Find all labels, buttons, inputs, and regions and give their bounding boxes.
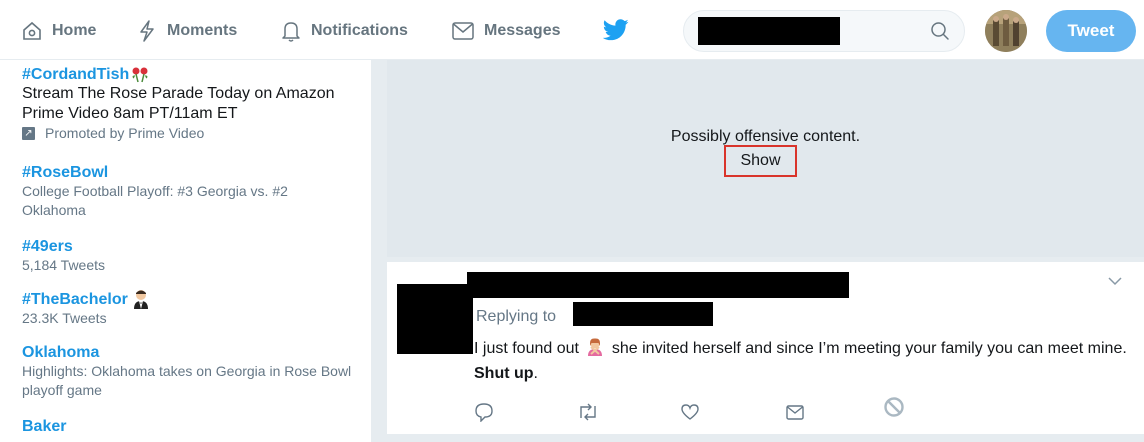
- man-in-tuxedo-icon: [133, 290, 148, 309]
- show-content-button[interactable]: Show: [724, 145, 797, 177]
- top-nav: Home Moments Notifications Messages Twee…: [0, 0, 1144, 60]
- nav-notifications-label: Notifications: [311, 22, 408, 39]
- trend-item[interactable]: Baker: [22, 417, 362, 436]
- replying-to-line: Replying to: [476, 308, 556, 326]
- trend-name: Baker: [22, 418, 67, 435]
- trend-tweet-count: 23.3K Tweets: [22, 310, 107, 326]
- redacted-search-text: [698, 17, 840, 45]
- avatar-photo: [985, 10, 1027, 52]
- trend-item[interactable]: #CordandTish Stream The Rose Parade Toda…: [22, 65, 362, 143]
- rose-icon: [132, 67, 148, 82]
- nav-moments-label: Moments: [167, 22, 238, 39]
- sensitive-media-placeholder: Possibly offensive content. Show: [387, 60, 1144, 257]
- person-gesturing-no-icon: [588, 338, 603, 356]
- trend-description: Stream The Rose Parade Today on Amazon P…: [22, 85, 335, 122]
- trend-item[interactable]: Oklahoma Highlights: Oklahoma takes on G…: [22, 343, 362, 400]
- trend-context: College Football Playoff: #3 Georgia vs.…: [22, 183, 288, 218]
- tweet-text: I just found out she invited herself and…: [474, 336, 1134, 386]
- tweet-text-bold: Shut up: [474, 365, 534, 382]
- nav-moments[interactable]: Moments: [137, 18, 237, 44]
- sensitive-content-warning: Possibly offensive content.: [670, 128, 861, 145]
- trend-name: #CordandTish: [22, 66, 130, 83]
- heart-icon[interactable]: [680, 402, 700, 422]
- search-icon[interactable]: [930, 21, 950, 41]
- home-icon: [23, 21, 41, 40]
- trend-name-row: #TheBachelor: [22, 289, 362, 309]
- promoted-label: Promoted by Prime Video: [45, 125, 205, 141]
- promoted-row: ↗ Promoted by Prime Video: [22, 124, 362, 143]
- tweet-text-end: .: [533, 365, 538, 382]
- search-input[interactable]: [683, 10, 965, 52]
- chevron-down-icon[interactable]: [1108, 276, 1122, 286]
- trend-name: Oklahoma: [22, 344, 100, 361]
- trend-tweet-count: 5,184 Tweets: [22, 257, 106, 273]
- redacted-avatar: [397, 284, 473, 354]
- tweet-text-part: I just found out: [474, 340, 579, 357]
- trend-name: #49ers: [22, 238, 73, 255]
- reply-icon[interactable]: [474, 402, 494, 422]
- redacted-author-name: [467, 272, 849, 298]
- lightning-icon: [140, 20, 154, 42]
- nav-messages-label: Messages: [484, 22, 561, 39]
- replying-to-label: Replying to: [476, 308, 557, 325]
- avatar[interactable]: [985, 10, 1027, 52]
- trend-name: #TheBachelor: [22, 290, 128, 308]
- tweet-button[interactable]: Tweet: [1046, 10, 1136, 52]
- retweet-icon[interactable]: [577, 402, 599, 422]
- trend-item[interactable]: #TheBachelor 23.3K Tweets: [22, 289, 362, 328]
- nav-home-label: Home: [52, 22, 97, 39]
- direct-message-icon[interactable]: [785, 402, 805, 422]
- twitter-bird-icon[interactable]: [603, 19, 629, 41]
- nav-notifications[interactable]: Notifications: [281, 18, 408, 44]
- block-icon[interactable]: [883, 396, 905, 418]
- trends-panel: #CordandTish Stream The Rose Parade Toda…: [0, 60, 371, 442]
- promoted-arrow-icon: ↗: [22, 127, 35, 140]
- tweet-text-part: she invited herself and since I’m meetin…: [611, 340, 1127, 357]
- trend-item[interactable]: #49ers 5,184 Tweets: [22, 237, 362, 275]
- redacted-reply-handle: [573, 302, 713, 326]
- nav-messages[interactable]: Messages: [452, 18, 561, 44]
- trend-name-row: #CordandTish: [22, 65, 362, 84]
- trend-context: Highlights: Oklahoma takes on Georgia in…: [22, 363, 352, 398]
- trend-name: #RoseBowl: [22, 164, 109, 181]
- nav-home[interactable]: Home: [22, 18, 96, 44]
- tweet-card[interactable]: Replying to I just found out she invited…: [387, 262, 1144, 434]
- trend-item[interactable]: #RoseBowl College Football Playoff: #3 G…: [22, 163, 362, 220]
- bell-icon: [282, 22, 300, 42]
- tweet-actions: [474, 397, 934, 426]
- envelope-icon: [452, 22, 474, 40]
